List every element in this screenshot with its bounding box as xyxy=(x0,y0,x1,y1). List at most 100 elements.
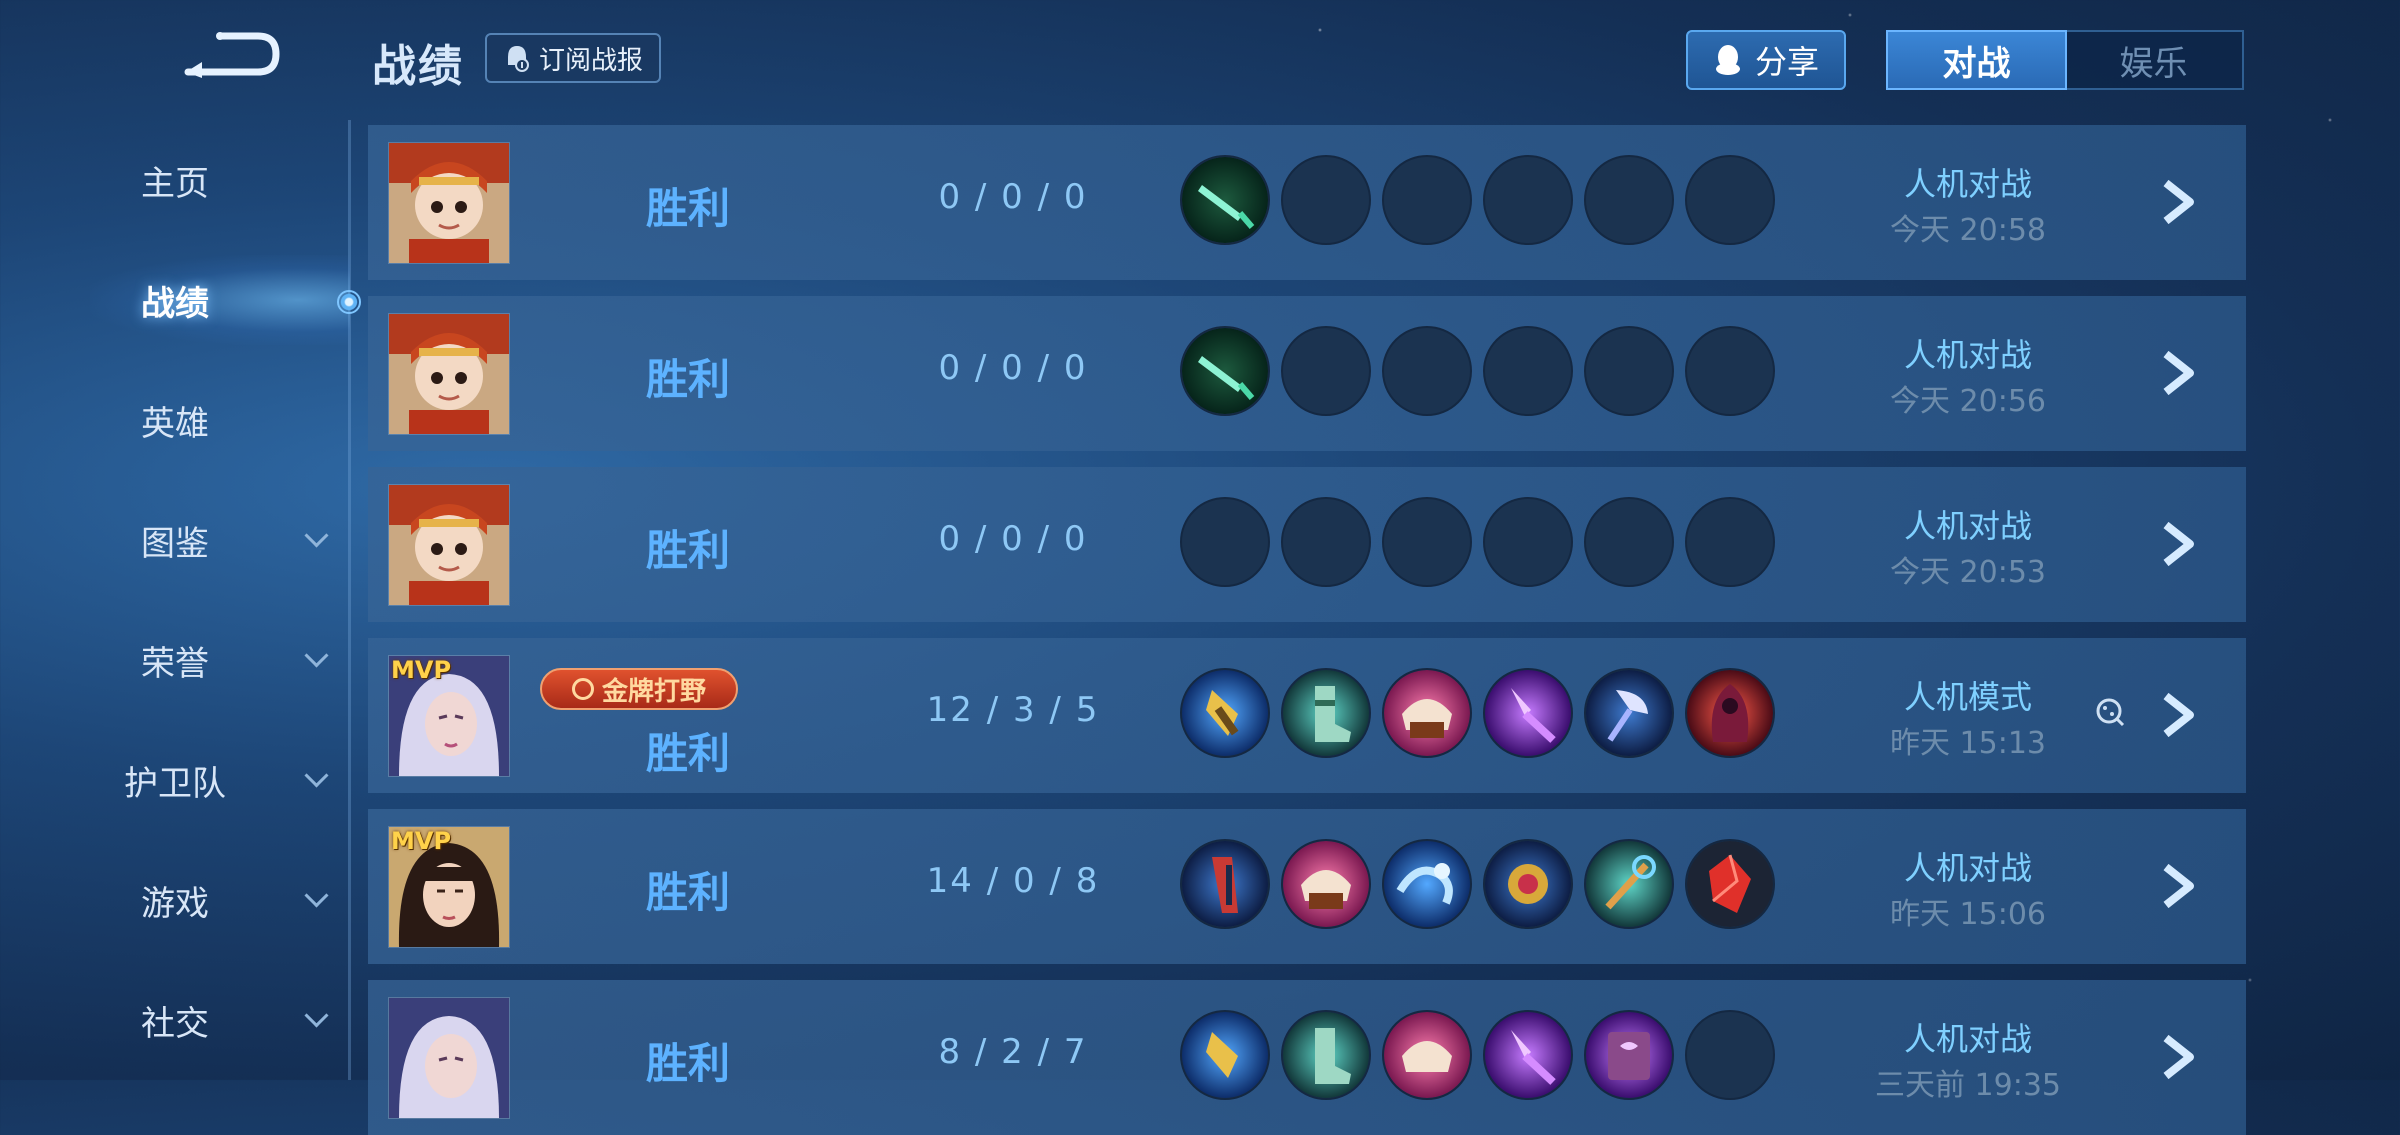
match-time: 今天 20:53 xyxy=(1890,555,2046,590)
purple-spear-icon xyxy=(1483,1010,1573,1100)
sidebar-item-heroes[interactable]: 英雄 xyxy=(0,385,350,455)
pink-helm-icon xyxy=(1382,1010,1472,1100)
match-result: 胜利 xyxy=(645,729,730,778)
match-result: 胜利 xyxy=(645,355,730,404)
qq-penguin-icon xyxy=(1715,45,1740,75)
back-arrow-icon xyxy=(184,32,280,78)
badge-swirl-icon xyxy=(571,678,594,700)
match-row[interactable]: MVP 胜利 14 / 0 / 8 人机对战 昨天 15:06 xyxy=(368,809,2246,964)
purple-book-icon xyxy=(1584,1010,1674,1100)
mvp-label: MVP xyxy=(391,827,452,855)
green-boots-icon xyxy=(1281,1010,1371,1100)
sidebar-item-label: 主页 xyxy=(141,163,209,204)
kda: 0 / 0 / 0 xyxy=(938,177,1088,217)
match-result: 胜利 xyxy=(645,526,730,575)
chevron-right-icon[interactable] xyxy=(2158,521,2200,567)
kda: 0 / 0 / 0 xyxy=(938,519,1088,559)
chevron-right-icon[interactable] xyxy=(2158,1034,2200,1080)
sidebar-item-label: 社交 xyxy=(141,1003,209,1044)
back-button[interactable] xyxy=(180,28,280,83)
item-slots xyxy=(1180,668,1775,758)
red-sash-icon xyxy=(1180,839,1270,929)
empty-item-slot xyxy=(1685,155,1775,245)
gold-blade-icon xyxy=(1180,1010,1270,1100)
mvp-label: MVP xyxy=(391,656,452,684)
match-time: 昨天 15:13 xyxy=(1890,726,2046,761)
green-boots-icon xyxy=(1281,668,1371,758)
game-mode: 人机模式 xyxy=(1903,678,2032,716)
tab-battle[interactable]: 对战 xyxy=(1886,30,2067,90)
kda: 8 / 2 / 7 xyxy=(938,1032,1088,1072)
match-row[interactable]: 胜利 0 / 0 / 0 人机对战 今天 20:56 xyxy=(368,296,2246,451)
match-row[interactable]: 胜利 8 / 2 / 7 人机对战 三天前 19:35 xyxy=(368,980,2246,1135)
sidebar-item-label: 图鉴 xyxy=(141,523,209,564)
item-slots xyxy=(1180,326,1775,416)
empty-item-slot xyxy=(1584,155,1674,245)
subscribe-report-button[interactable]: 订阅战报 xyxy=(485,33,661,83)
empty-item-slot xyxy=(1685,497,1775,587)
chevron-down-icon xyxy=(304,643,329,668)
chevron-right-icon[interactable] xyxy=(2158,863,2200,909)
chevron-right-icon[interactable] xyxy=(2158,350,2200,396)
empty-item-slot xyxy=(1382,497,1472,587)
match-row[interactable]: 胜利 0 / 0 / 0 人机对战 今天 20:53 xyxy=(368,467,2246,622)
empty-item-slot xyxy=(1281,155,1371,245)
empty-item-slot xyxy=(1281,497,1371,587)
mode-tabs: 对战 娱乐 xyxy=(1886,30,2244,90)
sidebar-item-social[interactable]: 社交 xyxy=(0,985,350,1055)
sidebar-item-guard-team[interactable]: 护卫队 xyxy=(0,745,350,815)
sidebar-item-codex[interactable]: 图鉴 xyxy=(0,505,350,575)
match-result: 胜利 xyxy=(645,1039,730,1088)
hero-avatar xyxy=(388,142,510,264)
share-button[interactable]: 分享 xyxy=(1686,30,1846,90)
hero-avatar xyxy=(388,484,510,606)
sidebar-item-label: 英雄 xyxy=(141,403,209,444)
empty-item-slot xyxy=(1584,497,1674,587)
item-slots xyxy=(1180,839,1775,929)
tab-entertainment[interactable]: 娱乐 xyxy=(2065,32,2242,88)
sidebar-item-home[interactable]: 主页 xyxy=(0,145,350,215)
match-row[interactable]: MVP 金牌打野 胜利 12 / 3 / 5 人机模式 昨天 15:13 xyxy=(368,638,2246,793)
gold-jungler-badge: 金牌打野 xyxy=(540,668,738,710)
hero-avatar: MVP xyxy=(388,655,510,777)
red-cloak-icon xyxy=(1685,668,1775,758)
item-slots xyxy=(1180,155,1775,245)
kda: 0 / 0 / 0 xyxy=(938,348,1088,388)
orange-staff-icon xyxy=(1584,839,1674,929)
empty-item-slot xyxy=(1685,326,1775,416)
sidebar-item-records[interactable]: 战绩 xyxy=(0,265,350,335)
match-row[interactable]: 胜利 0 / 0 / 0 人机对战 今天 20:58 xyxy=(368,125,2246,280)
hero-avatar: MVP xyxy=(388,826,510,948)
chevron-down-icon xyxy=(304,763,329,788)
empty-item-slot xyxy=(1483,497,1573,587)
subscribe-bell-icon xyxy=(507,46,529,72)
match-result: 胜利 xyxy=(645,868,730,917)
sidebar-item-label: 护卫队 xyxy=(124,763,226,804)
blue-axe-icon xyxy=(1584,668,1674,758)
match-result: 胜利 xyxy=(645,184,730,233)
pink-helm-icon xyxy=(1281,839,1371,929)
sidebar-item-label: 战绩 xyxy=(141,283,209,324)
gold-amulet-icon xyxy=(1483,839,1573,929)
sidebar-item-games[interactable]: 游戏 xyxy=(0,865,350,935)
blue-wave-icon xyxy=(1382,839,1472,929)
sidebar-item-honor[interactable]: 荣誉 xyxy=(0,625,350,695)
empty-item-slot xyxy=(1382,326,1472,416)
match-time: 今天 20:56 xyxy=(1890,384,2046,419)
chevron-down-icon xyxy=(304,523,329,548)
green-dagger-icon xyxy=(1180,326,1270,416)
match-time: 昨天 15:06 xyxy=(1890,897,2046,932)
match-time: 三天前 19:35 xyxy=(1875,1068,2061,1103)
chevron-right-icon[interactable] xyxy=(2158,692,2200,738)
purple-spear-icon xyxy=(1483,668,1573,758)
item-slots xyxy=(1180,1010,1775,1100)
sidebar-item-label: 荣誉 xyxy=(141,643,209,684)
empty-item-slot xyxy=(1584,326,1674,416)
empty-item-slot xyxy=(1483,326,1573,416)
match-time: 今天 20:58 xyxy=(1890,213,2046,248)
hero-avatar xyxy=(388,313,510,435)
empty-item-slot xyxy=(1382,155,1472,245)
gold-blade-icon xyxy=(1180,668,1270,758)
subscribe-label: 订阅战报 xyxy=(538,45,643,76)
chevron-right-icon[interactable] xyxy=(2158,179,2200,225)
